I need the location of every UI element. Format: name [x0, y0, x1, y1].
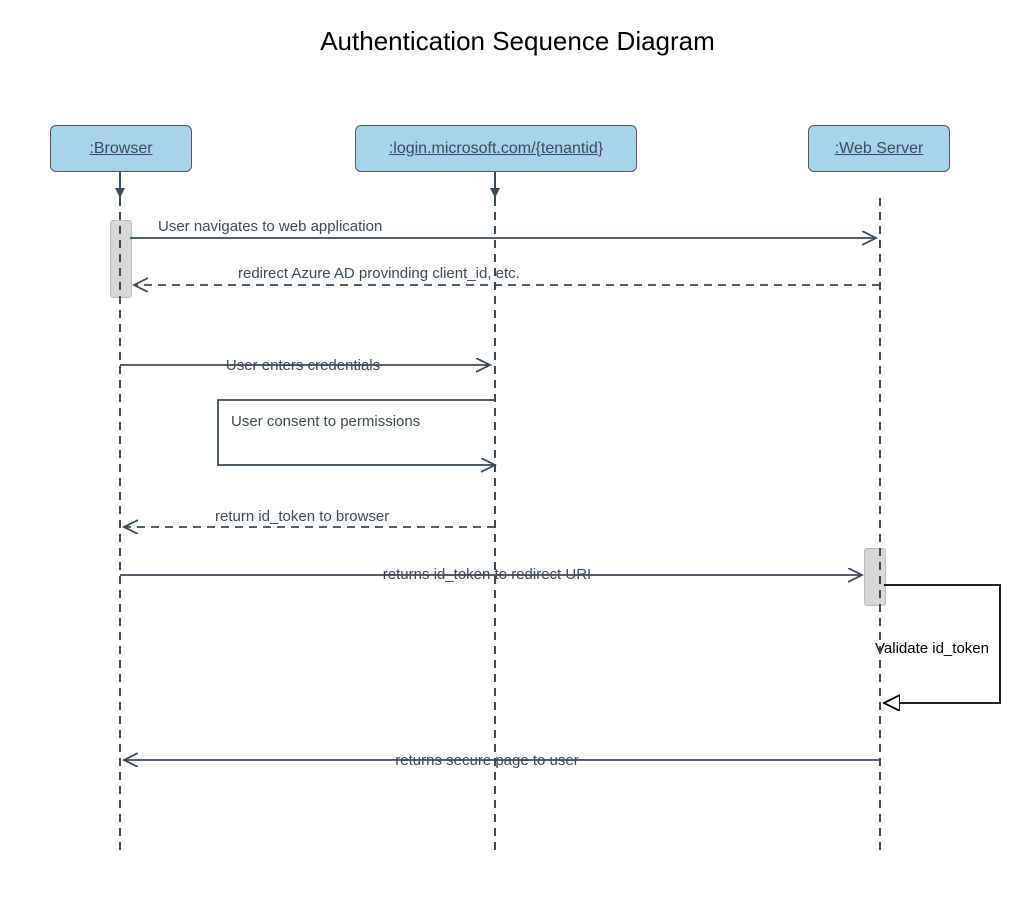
- diagram-lines: [0, 0, 1035, 900]
- diagram-canvas: Authentication Sequence Diagram :Browser…: [0, 0, 1035, 900]
